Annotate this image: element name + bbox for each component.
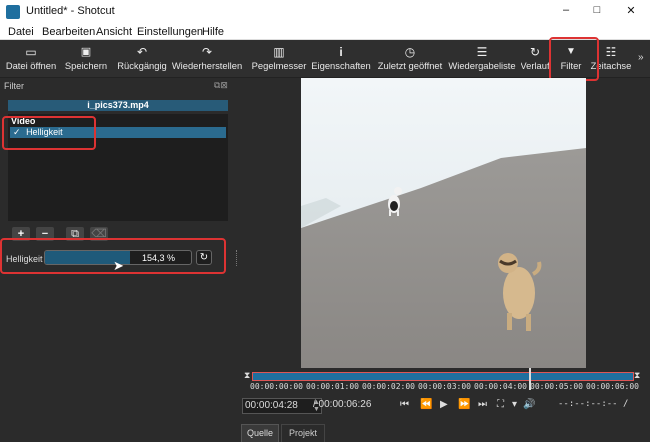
clip-name: i_pics373.mp4 [87,100,149,110]
out-marker-icon[interactable]: ⧗ [634,370,640,381]
window-title: Untitled* - Shotcut [26,5,115,17]
in-out-label: --:--:--:-- / [558,399,629,409]
toolbar: ▭ Datei öffnen ▣ Speichern ↶ Rückgängig ↷ Wi… [0,37,650,81]
tick-label: 00:00:04:00 [474,382,527,391]
list-icon: ☰ [476,45,488,59]
volume-button[interactable]: 🔊 [523,399,535,410]
highlight-param-row [0,238,226,274]
highlight-filter-list [2,116,96,150]
minimize-button[interactable]: – [555,4,577,16]
current-timecode: 00:00:04:28 [245,400,298,411]
properties-button[interactable]: i Eigenschaften [311,44,370,76]
open-file-button[interactable]: ▭ Datei öffnen [6,44,56,76]
menu-ansicht[interactable]: Ansicht [96,26,132,38]
history-button[interactable]: ↻ Verlauf [521,44,549,76]
filter-panel: Filter ⧉⊠ i_pics373.mp4 Video ✓ Helligke… [0,78,236,442]
timecode-input[interactable]: 00:00:04:28 [242,398,322,414]
save-button[interactable]: ▣ Speichern [64,44,108,76]
video-frame [301,78,586,368]
peak-meter-button[interactable]: ▥ Pegelmesser [252,44,307,76]
tick-label: 00:00:03:00 [418,382,471,391]
shotcut-window: Untitled* - Shotcut – □ ✕ Datei Bearbeit… [0,0,650,442]
redo-button[interactable]: ↷ Wiederherstellen [172,44,242,76]
filter-panel-title: Filter [4,81,24,91]
fast-forward-button[interactable]: ⏩ [458,399,470,410]
close-button[interactable]: ✕ [620,4,642,17]
tab-projekt-label: Projekt [288,428,317,438]
play-button[interactable]: ▶ [440,399,448,410]
history-icon: ↻ [529,45,541,59]
recent-button[interactable]: ◷ Zuletzt geöffnet [378,44,442,76]
tab-quelle-label: Quelle [246,428,273,438]
undo-button[interactable]: ↶ Rückgängig [117,44,167,76]
timeline-icon: ☷ [605,45,617,59]
tick-label: 00:00:00:00 [250,382,303,391]
maximize-button[interactable]: □ [586,4,608,16]
timeline-bar[interactable] [252,372,634,381]
app-icon [6,5,20,19]
rewind-button[interactable]: ⏪ [420,399,432,410]
tab-quelle[interactable]: Quelle [241,424,279,442]
title-bar: Untitled* - Shotcut – □ ✕ [0,0,650,24]
panel-float-icon[interactable]: ⧉⊠ [214,80,228,91]
in-marker-icon[interactable]: ⧗ [244,370,250,381]
meter-icon: ▥ [273,45,285,59]
menu-bearbeiten[interactable]: Bearbeiten [42,26,95,38]
toolbar-overflow-icon[interactable]: » [638,52,644,63]
tick-label: 00:00:01:00 [306,382,359,391]
save-icon: ▣ [80,46,92,58]
folder-icon: ▭ [25,45,37,59]
clip-name-bar: i_pics373.mp4 [8,100,228,111]
redo-icon: ↷ [201,45,213,59]
info-icon: i [339,45,343,59]
highlight-filter-button [549,37,599,81]
tick-label: 00:00:02:00 [362,382,415,391]
zoom-button[interactable]: ⛶ [497,399,504,410]
video-preview [301,78,586,368]
tick-label: 00:00:06:00 [586,382,639,391]
duration-label: / 00:00:06:26 [313,399,372,410]
tab-projekt[interactable]: Projekt [281,424,325,442]
menu-einstellungen[interactable]: Einstellungen [137,26,203,38]
zoom-dropdown-icon[interactable]: ▾ [512,399,517,410]
menu-datei[interactable]: Datei [8,26,34,38]
splitter-handle[interactable] [236,250,239,266]
tick-label: 00:00:05:00 [530,382,583,391]
clock-icon: ◷ [404,45,416,59]
playlist-button[interactable]: ☰ Wiedergabeliste [448,44,515,76]
undo-icon: ↶ [136,45,148,59]
skip-end-button[interactable]: ⏭ [478,399,487,410]
menu-hilfe[interactable]: Hilfe [202,26,224,38]
skip-start-button[interactable]: ⏮ [400,399,409,410]
